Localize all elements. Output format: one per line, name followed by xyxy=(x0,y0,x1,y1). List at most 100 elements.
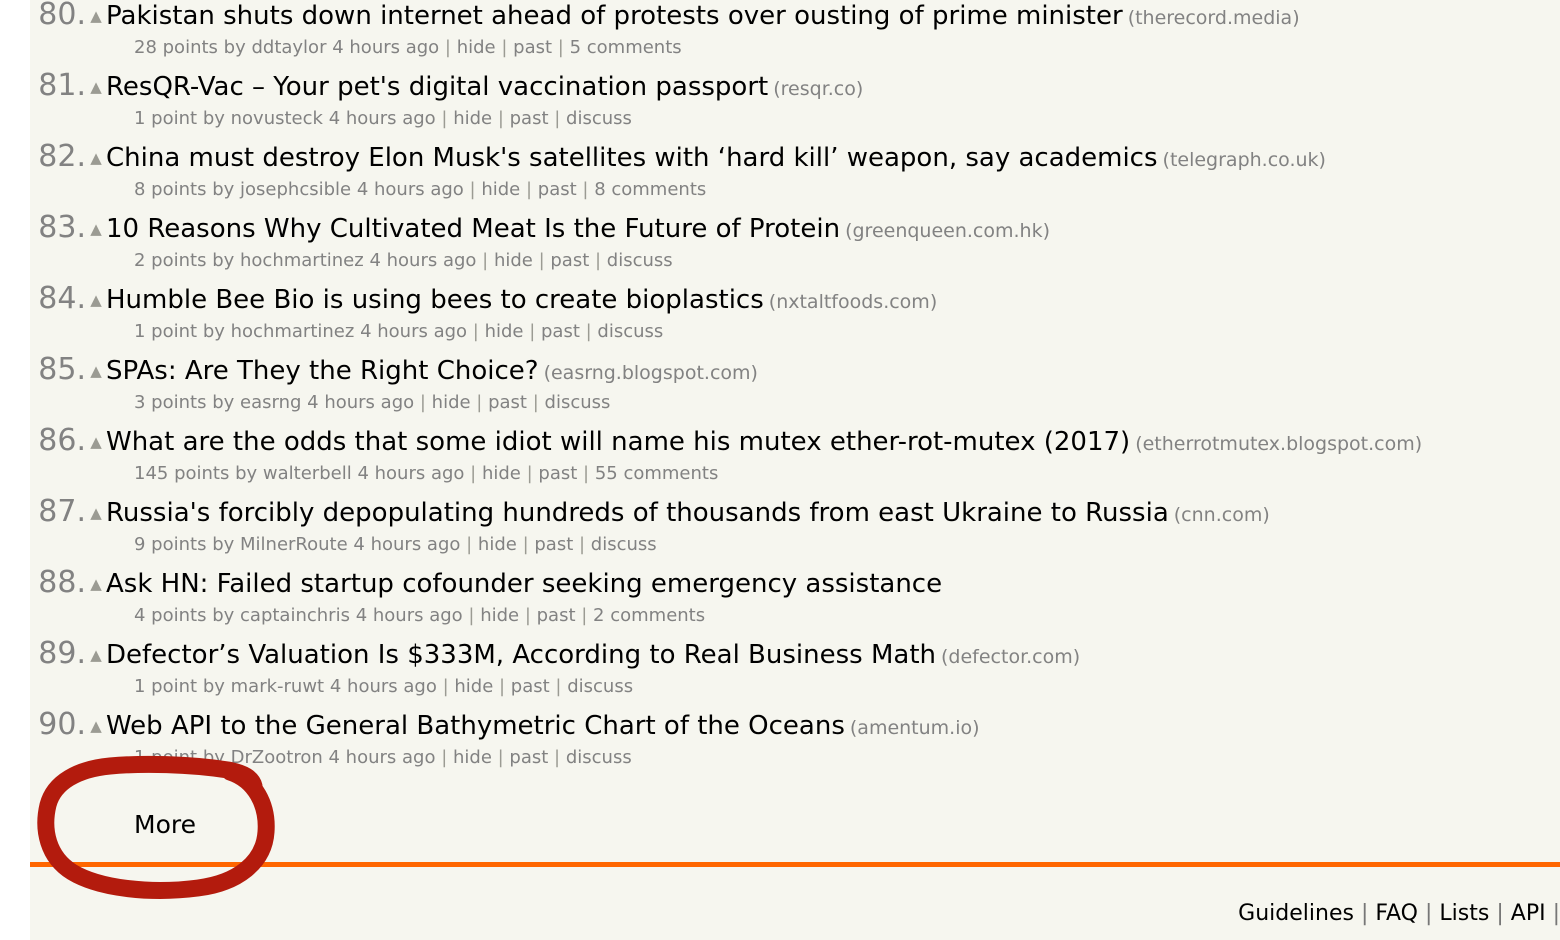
story-title-link[interactable]: SPAs: Are They the Right Choice? xyxy=(106,356,539,386)
story-author-link[interactable]: captainchris xyxy=(240,605,350,626)
story-comments-link[interactable]: discuss xyxy=(567,676,633,697)
story-row: 82. ▲ China must destroy Elon Musk's satel… xyxy=(30,142,1560,213)
story-title-link[interactable]: Ask HN: Failed startup cofounder seeking… xyxy=(106,569,942,599)
story-past-link[interactable]: past xyxy=(534,534,573,555)
story-author-link[interactable]: hochmartinez xyxy=(231,321,355,342)
story-comments-link[interactable]: discuss xyxy=(591,534,657,555)
triangle-up-icon[interactable]: ▲ xyxy=(86,719,106,734)
story-author-link[interactable]: ddtaylor xyxy=(251,37,326,58)
story-age-link[interactable]: 4 hours ago xyxy=(330,676,437,697)
triangle-up-icon[interactable]: ▲ xyxy=(86,648,106,663)
story-author-link[interactable]: hochmartinez xyxy=(240,250,364,271)
story-author-link[interactable]: novusteck xyxy=(231,108,323,129)
story-comments-link[interactable]: discuss xyxy=(545,392,611,413)
triangle-up-icon[interactable]: ▲ xyxy=(86,364,106,379)
triangle-up-icon[interactable]: ▲ xyxy=(86,293,106,308)
story-past-link[interactable]: past xyxy=(511,676,550,697)
triangle-up-icon[interactable]: ▲ xyxy=(86,506,106,521)
story-sitebit[interactable]: (telegraph.co.uk) xyxy=(1163,149,1326,171)
story-points: 8 points xyxy=(134,179,207,200)
story-title-link[interactable]: What are the odds that some idiot will n… xyxy=(106,427,1130,457)
story-hide-link[interactable]: hide xyxy=(480,605,519,626)
story-hide-link[interactable]: hide xyxy=(482,463,521,484)
story-past-link[interactable]: past xyxy=(510,108,549,129)
story-past-link[interactable]: past xyxy=(513,37,552,58)
story-comments-link[interactable]: 2 comments xyxy=(593,605,705,626)
page-footer: Guidelines | FAQ | Lists | API | xyxy=(30,885,1560,940)
story-sitebit[interactable]: (therecord.media) xyxy=(1128,7,1300,29)
story-comments-link[interactable]: 8 comments xyxy=(594,179,706,200)
story-hide-link[interactable]: hide xyxy=(457,37,496,58)
story-author-link[interactable]: easrng xyxy=(240,392,301,413)
story-author-link[interactable]: walterbell xyxy=(263,463,352,484)
story-comments-link[interactable]: discuss xyxy=(566,108,632,129)
triangle-up-icon[interactable]: ▲ xyxy=(86,9,106,24)
footer-link-faq[interactable]: FAQ xyxy=(1375,901,1418,926)
story-sitebit[interactable]: (defector.com) xyxy=(941,646,1080,668)
story-past-link[interactable]: past xyxy=(509,747,548,768)
story-past-link[interactable]: past xyxy=(541,321,580,342)
story-hide-link[interactable]: hide xyxy=(481,179,520,200)
story-author-link[interactable]: DrZootron xyxy=(231,747,323,768)
story-title-link[interactable]: 10 Reasons Why Cultivated Meat Is the Fu… xyxy=(106,214,840,244)
story-age-link[interactable]: 4 hours ago xyxy=(353,534,460,555)
story-hide-link[interactable]: hide xyxy=(478,534,517,555)
story-age-link[interactable]: 4 hours ago xyxy=(369,250,476,271)
footer-link-guidelines[interactable]: Guidelines xyxy=(1238,901,1354,926)
story-sitebit[interactable]: (amentum.io) xyxy=(850,717,980,739)
story-title-link[interactable]: China must destroy Elon Musk's satellite… xyxy=(106,143,1158,173)
story-hide-link[interactable]: hide xyxy=(453,747,492,768)
story-sitebit[interactable]: (easrng.blogspot.com) xyxy=(544,362,758,384)
story-age-link[interactable]: 4 hours ago xyxy=(357,179,464,200)
story-comments-link[interactable]: discuss xyxy=(566,747,632,768)
triangle-up-icon[interactable]: ▲ xyxy=(86,435,106,450)
story-past-link[interactable]: past xyxy=(488,392,527,413)
story-age-link[interactable]: 4 hours ago xyxy=(307,392,414,413)
story-title-link[interactable]: Web API to the General Bathymetric Chart… xyxy=(106,711,845,741)
story-title-line: 88. ▲ Ask HN: Failed startup cofounder see… xyxy=(30,568,1560,598)
story-hide-link[interactable]: hide xyxy=(453,108,492,129)
story-age-link[interactable]: 4 hours ago xyxy=(328,747,435,768)
triangle-up-icon[interactable]: ▲ xyxy=(86,80,106,95)
more-link[interactable]: More xyxy=(134,810,196,839)
story-hide-link[interactable]: hide xyxy=(432,392,471,413)
story-author-link[interactable]: mark-ruwt xyxy=(231,676,324,697)
footer-link-api[interactable]: API xyxy=(1511,901,1546,926)
story-title-link[interactable]: Pakistan shuts down internet ahead of pr… xyxy=(106,1,1123,31)
story-age-link[interactable]: 4 hours ago xyxy=(357,463,464,484)
story-comments-link[interactable]: discuss xyxy=(597,321,663,342)
story-hide-link[interactable]: hide xyxy=(454,676,493,697)
story-comments-link[interactable]: 55 comments xyxy=(595,463,719,484)
story-title-link[interactable]: Defector’s Valuation Is $333M, According… xyxy=(106,640,936,670)
story-hide-link[interactable]: hide xyxy=(485,321,524,342)
footer-link-lists[interactable]: Lists xyxy=(1439,901,1489,926)
story-title-link[interactable]: Russia's forcibly depopulating hundreds … xyxy=(106,498,1169,528)
story-past-link[interactable]: past xyxy=(550,250,589,271)
story-hide-link[interactable]: hide xyxy=(494,250,533,271)
triangle-up-icon[interactable]: ▲ xyxy=(86,151,106,166)
story-comments-link[interactable]: discuss xyxy=(607,250,673,271)
subline-separator: | xyxy=(435,747,453,768)
story-author-link[interactable]: josephcsible xyxy=(240,179,351,200)
story-age-link[interactable]: 4 hours ago xyxy=(360,321,467,342)
story-sitebit[interactable]: (nxtaltfoods.com) xyxy=(769,291,937,313)
story-sitebit[interactable]: (etherrotmutex.blogspot.com) xyxy=(1135,433,1422,455)
story-age-link[interactable]: 4 hours ago xyxy=(329,108,436,129)
story-comments-link[interactable]: 5 comments xyxy=(570,37,682,58)
story-age-link[interactable]: 4 hours ago xyxy=(332,37,439,58)
triangle-up-icon[interactable]: ▲ xyxy=(86,577,106,592)
triangle-up-icon[interactable]: ▲ xyxy=(86,222,106,237)
story-sitebit[interactable]: (cnn.com) xyxy=(1174,504,1270,526)
story-author-link[interactable]: MilnerRoute xyxy=(240,534,348,555)
story-sitebit[interactable]: (greenqueen.com.hk) xyxy=(845,220,1050,242)
story-past-link[interactable]: past xyxy=(538,179,577,200)
story-title-link[interactable]: Humble Bee Bio is using bees to create b… xyxy=(106,285,764,315)
story-by-label: by xyxy=(202,676,225,697)
subline-separator: | xyxy=(520,463,539,484)
story-past-link[interactable]: past xyxy=(538,463,577,484)
story-sitebit[interactable]: (resqr.co) xyxy=(773,78,863,100)
story-title-link[interactable]: ResQR-Vac – Your pet's digital vaccinati… xyxy=(106,72,768,102)
story-age-link[interactable]: 4 hours ago xyxy=(356,605,463,626)
subline-separator: | xyxy=(527,392,545,413)
story-past-link[interactable]: past xyxy=(537,605,576,626)
